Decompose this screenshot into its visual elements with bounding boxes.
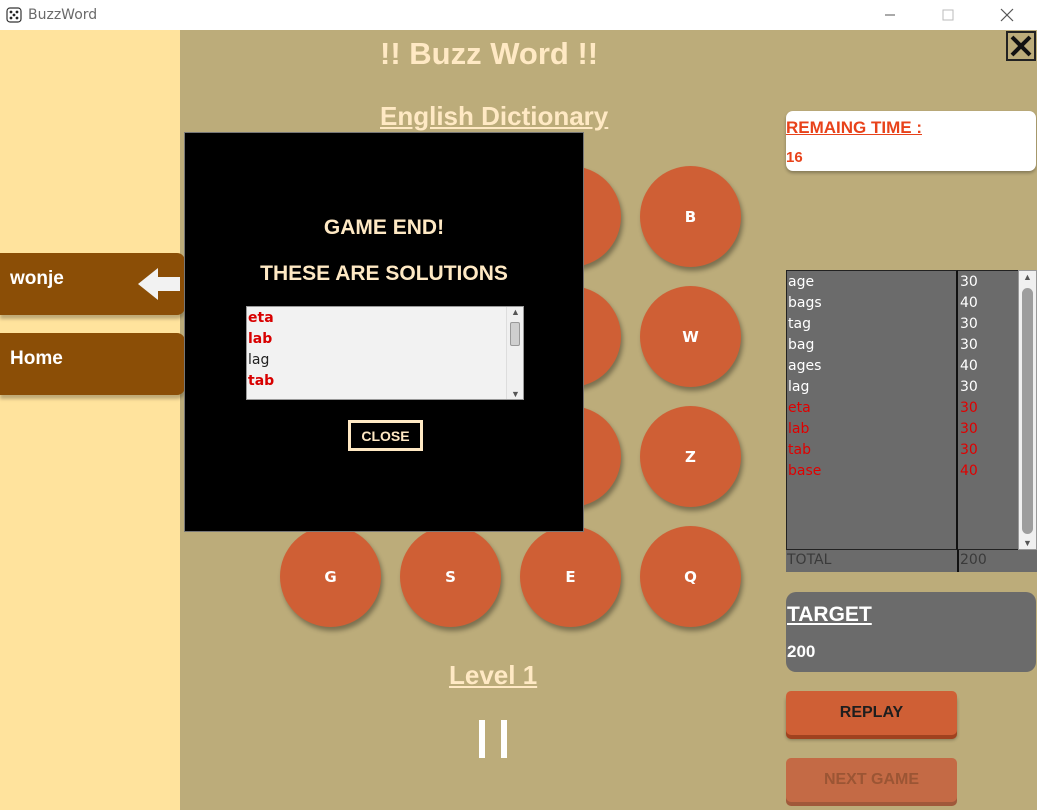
window-close-button[interactable]	[977, 0, 1037, 30]
next-game-button[interactable]: NEXT GAME	[786, 758, 957, 802]
target-label: TARGET	[787, 603, 872, 626]
word-cell: tag	[788, 316, 811, 332]
close-dialog-button[interactable]: CLOSE	[348, 420, 423, 451]
solutions-scrollbar[interactable]: ▲ ▼	[506, 307, 523, 399]
back-arrow-icon[interactable]	[136, 265, 182, 303]
solutions-list[interactable]: eta lab lag tab ▲ ▼	[246, 306, 524, 400]
total-label: TOTAL	[787, 552, 832, 568]
scroll-up-icon[interactable]: ▲	[511, 307, 520, 317]
close-icon	[1000, 8, 1014, 22]
dictionary-title: English Dictionary	[380, 101, 609, 131]
word-cell: ages	[788, 358, 822, 374]
replay-button[interactable]: REPLAY	[786, 691, 957, 735]
scroll-thumb[interactable]	[510, 322, 520, 346]
score-scrollbar[interactable]: ▲ ▼	[1018, 270, 1037, 550]
remaining-time-value: 16	[786, 149, 803, 166]
solution-item: lab	[248, 331, 273, 347]
user-name: wonje	[10, 268, 64, 289]
points-cell: 30	[960, 442, 978, 458]
scroll-thumb[interactable]	[1022, 288, 1033, 534]
level-label: Level 1	[449, 660, 538, 690]
scroll-down-icon[interactable]: ▼	[1023, 538, 1032, 548]
minimize-button[interactable]	[860, 0, 920, 30]
points-cell: 30	[960, 379, 978, 395]
points-cell: 30	[960, 337, 978, 353]
points-cell: 30	[960, 274, 978, 290]
word-cell: eta	[788, 400, 811, 416]
sidebar	[0, 30, 180, 810]
word-cell: lab	[788, 421, 810, 437]
exit-button[interactable]	[1006, 31, 1036, 61]
letter-tile[interactable]: Q	[640, 526, 741, 627]
word-column: age bags tag bag ages lag eta lab tab ba…	[786, 270, 958, 550]
word-cell: lag	[788, 379, 810, 395]
maximize-button[interactable]	[918, 0, 978, 30]
word-cell: tab	[788, 442, 811, 458]
word-cell: age	[788, 274, 815, 290]
home-label: Home	[10, 348, 63, 369]
dialog-title: GAME END!	[323, 216, 445, 239]
points-cell: 30	[960, 421, 978, 437]
target-value: 200	[787, 642, 816, 661]
scroll-down-icon[interactable]: ▼	[511, 389, 520, 399]
letter-tile[interactable]: Z	[640, 406, 741, 507]
window-title: BuzzWord	[28, 7, 98, 23]
home-button[interactable]: Home	[0, 333, 185, 395]
letter-tile[interactable]: B	[640, 166, 741, 267]
total-value: 200	[960, 552, 987, 568]
column-divider	[957, 550, 959, 572]
dice-icon	[6, 7, 22, 23]
close-icon	[1010, 35, 1032, 57]
word-cell: bags	[788, 295, 822, 311]
user-button[interactable]: wonje	[0, 253, 185, 315]
word-cell: base	[788, 463, 822, 479]
points-cell: 40	[960, 358, 978, 374]
game-end-dialog: GAME END! THESE ARE SOLUTIONS eta lab la…	[184, 132, 584, 532]
remaining-time-label: REMAING TIME :	[786, 118, 922, 137]
letter-tile[interactable]: E	[520, 526, 621, 627]
minimize-icon	[885, 14, 895, 16]
pause-icon	[501, 720, 507, 758]
letter-tile[interactable]: S	[400, 526, 501, 627]
total-row: TOTAL 200	[786, 550, 1037, 572]
solution-item: tab	[248, 373, 275, 389]
solution-item: lag	[248, 352, 270, 368]
word-cell: bag	[788, 337, 815, 353]
points-cell: 40	[960, 463, 978, 479]
points-cell: 30	[960, 316, 978, 332]
score-table: age bags tag bag ages lag eta lab tab ba…	[786, 270, 1037, 572]
points-column: 30 40 30 30 40 30 30 30 30 40	[958, 270, 1018, 550]
letter-tile[interactable]: W	[640, 286, 741, 387]
pause-icon	[479, 720, 485, 758]
maximize-icon	[942, 9, 954, 21]
remaining-time-panel: REMAING TIME : 16	[786, 111, 1036, 171]
points-cell: 30	[960, 400, 978, 416]
solution-item: eta	[248, 310, 274, 326]
letter-tile[interactable]: G	[280, 526, 381, 627]
scroll-up-icon[interactable]: ▲	[1023, 272, 1032, 282]
points-cell: 40	[960, 295, 978, 311]
dialog-subtitle: THESE ARE SOLUTIONS	[260, 262, 508, 285]
pause-button[interactable]	[475, 720, 515, 760]
game-title: !! Buzz Word !!	[380, 36, 599, 71]
target-panel: TARGET 200	[786, 592, 1036, 672]
title-bar: BuzzWord	[0, 0, 1037, 30]
